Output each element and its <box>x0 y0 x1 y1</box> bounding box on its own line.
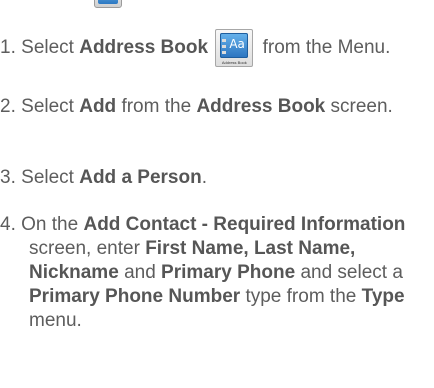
screen-name: Add Contact - Required Information <box>83 214 406 235</box>
instruction-step-3: 3. Select Add a Person. <box>0 166 430 190</box>
step-text: from the Menu. <box>262 37 391 58</box>
button-name: Add <box>79 96 117 117</box>
instruction-step-2: 2. Select Add from the Address Book scre… <box>0 95 430 119</box>
screen-name: Address Book <box>196 96 326 117</box>
menu-item-name: Address Book <box>79 37 209 58</box>
step-text: screen, enter <box>29 238 140 259</box>
step-number: 4. <box>0 214 16 235</box>
step-number: 3. <box>0 167 16 188</box>
field-name: Primary Phone Number <box>29 286 241 307</box>
binder-rings <box>222 39 227 57</box>
address-book-icon: Aa Address Book <box>215 29 254 67</box>
step-text: menu. <box>29 310 82 331</box>
instruction-step-1: 1. Select Address Book Aa Address Book fr… <box>0 29 430 67</box>
option-name: Add a Person <box>79 167 202 188</box>
step-text: type from the <box>245 286 357 307</box>
step-text: . <box>201 167 207 188</box>
step-text: from the <box>121 96 192 117</box>
step-text: and select a <box>300 262 403 283</box>
step-text: On the <box>21 214 79 235</box>
menu-name: Type <box>361 286 405 307</box>
icon-glyph: Aa <box>229 37 245 51</box>
book-graphic: Aa <box>220 33 249 58</box>
step-text: Select <box>21 96 74 117</box>
step-text: Select <box>21 37 74 58</box>
instruction-step-4: 4. On the Add Contact - Required Informa… <box>0 213 430 333</box>
step-text: and <box>124 262 156 283</box>
step-number: 2. <box>0 96 16 117</box>
icon-caption: Address Book <box>221 60 247 65</box>
address-book-icon <box>94 0 122 8</box>
field-name: Primary Phone <box>161 262 296 283</box>
step-text: Select <box>21 167 74 188</box>
step-number: 1. <box>0 37 16 58</box>
step-text: screen. <box>330 96 393 117</box>
